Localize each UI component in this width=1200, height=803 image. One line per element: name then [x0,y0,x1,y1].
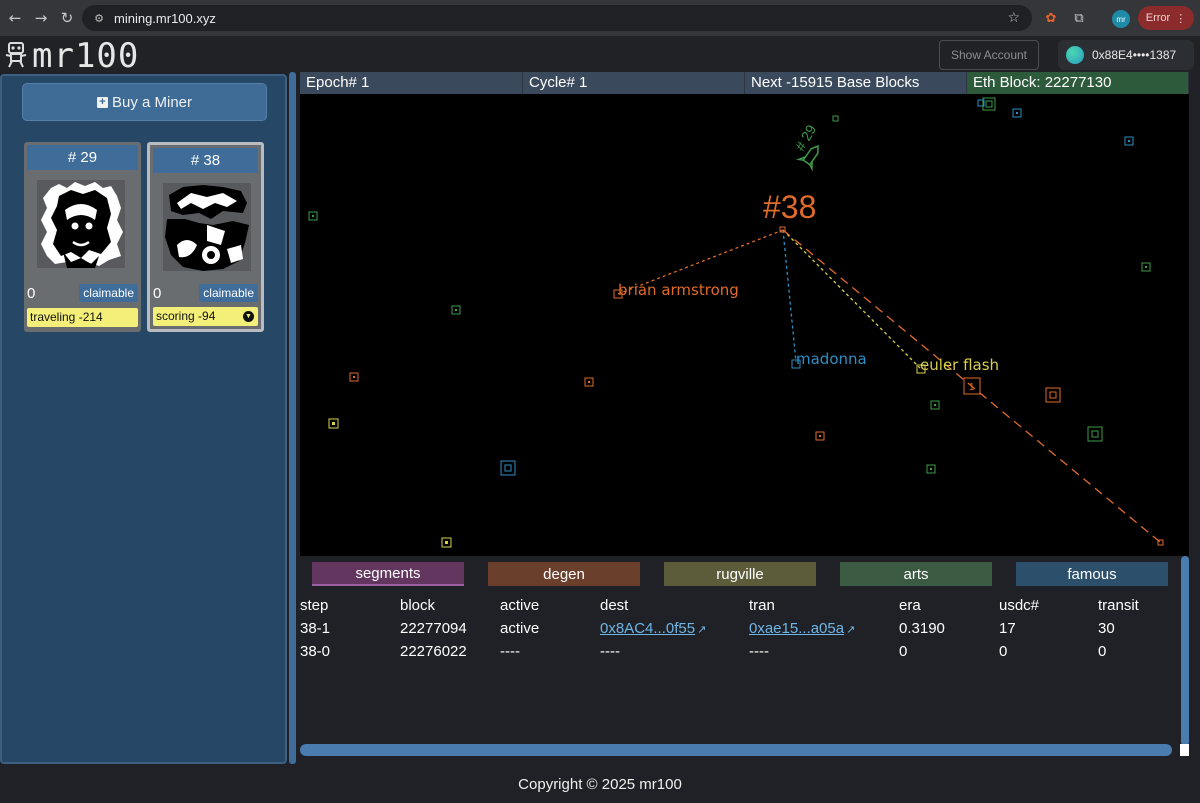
miner-29-rocket[interactable]: # 29 [792,122,820,154]
error-label: Error [1145,12,1171,24]
column-header: step [300,597,329,614]
tran-cell: ---- [749,643,769,660]
forward-icon[interactable]: → [28,5,54,31]
era-cell: 0 [899,643,908,660]
tran-link-text: 0xae15...a05a [749,620,845,637]
next-blocks-label: Next -15915 Base Blocks [745,72,967,94]
miner-avatar-image [163,183,251,271]
table-row: 38-0 22276022 ---- ---- ---- 0 0 0 [300,640,1180,663]
step-cell: 38-1 [300,620,331,637]
extensions-puzzle-icon[interactable]: ⧉ [1070,9,1088,27]
target-euler-flash[interactable]: euler flash [920,356,999,374]
extension-fox-icon[interactable]: ✿ [1042,9,1060,27]
plus-icon: + [96,96,108,108]
map-status-bar: Epoch# 1 Cycle# 1 Next -15915 Base Block… [300,72,1189,94]
active-cell: ---- [500,643,520,660]
vertical-scrollbar[interactable] [1181,556,1189,746]
tab-famous[interactable]: famous [1016,562,1168,586]
external-link-icon: ↗ [697,623,707,636]
miner-card-38[interactable]: # 38 0 claimable scoring -94 ▼ [147,142,264,332]
buy-miner-button[interactable]: + Buy a Miner [22,83,267,121]
wallet-address: 0x88E4••••1387 [1092,48,1177,62]
eth-block-label: Eth Block: 22277130 [967,72,1189,94]
wallet-button[interactable]: 0x88E4••••1387 [1058,40,1194,70]
target-madonna[interactable]: madonna [796,350,867,368]
active-cell: active [500,620,540,637]
claimable-button[interactable]: claimable [199,284,258,302]
miner-status: scoring -94 [156,309,216,323]
block-cell: 22276022 [400,643,467,660]
miner-balance: 0 [27,285,36,302]
scrollbar-corner [1180,744,1189,756]
miner-status: traveling -214 [30,310,103,324]
epoch-label: Epoch# 1 [300,72,523,94]
sidebar-resize-handle[interactable] [289,72,296,764]
dest-cell: ---- [600,643,620,660]
transit-cell: 0 [1098,643,1107,660]
table-header-row: step block active dest tran era usdc# tr… [300,594,1180,617]
cycle-label: Cycle# 1 [523,72,745,94]
table-row: 38-1 22277094 active 0x8AC4...0f55 ↗ 0xae… [300,617,1180,640]
profile-avatar[interactable]: mr [1112,10,1130,28]
miner-id: # 38 [153,148,258,173]
step-cell: 38-0 [300,643,331,660]
show-account-button[interactable]: Show Account [939,40,1039,70]
browser-error-button[interactable]: Error ⋮ [1138,6,1194,30]
chevron-down-icon: ▼ [243,311,254,322]
tab-arts[interactable]: arts [840,562,992,586]
site-info-icon[interactable]: ⚙ [90,9,108,27]
column-header: transit [1098,597,1139,614]
category-tabs: segments degen rugville arts famous [300,556,1180,590]
miner-29-label: # 29 [792,122,820,154]
wallet-avatar [1066,46,1084,64]
buy-miner-label: Buy a Miner [111,93,193,111]
route-line-madonna [782,229,797,363]
waypoint-label: 1 [969,382,975,393]
external-link-icon: ↗ [846,623,856,636]
browser-toolbar: ← → ↻ ⚙ mining.mr100.xyz ☆ ✿ ⧉ mr Error … [0,0,1200,36]
miner-38-label: #38 [763,189,816,225]
miner-card-29[interactable]: # 29 0 claimable traveling -214 [24,142,141,332]
route-line-euler [782,229,921,369]
tab-segments[interactable]: segments [312,562,464,586]
back-icon[interactable]: ← [2,5,28,31]
logo-text[interactable]: mr100 [32,36,139,76]
column-header: dest [600,597,629,614]
miner-balance: 0 [153,285,162,302]
reload-icon[interactable]: ↻ [54,5,80,31]
url-text: mining.mr100.xyz [114,10,216,26]
kebab-menu-icon: ⋮ [1175,11,1187,25]
block-cell: 22277094 [400,620,467,637]
horizontal-scrollbar[interactable] [300,744,1172,756]
tab-rugville[interactable]: rugville [664,562,816,586]
column-header: active [500,597,540,614]
miner-avatar-image [37,180,125,268]
dest-link[interactable]: 0x8AC4...0f55 ↗ [600,617,706,641]
miner-id: # 29 [27,145,138,170]
map-nodes[interactable] [308,97,1151,548]
tab-degen[interactable]: degen [488,562,640,586]
bookmark-star-icon[interactable]: ☆ [1007,10,1020,26]
status-select[interactable]: scoring -94 ▼ [153,307,258,326]
claimable-button[interactable]: claimable [79,284,138,302]
copyright-text: Copyright © 2025 mr100 [518,776,682,793]
robot-logo-icon [5,42,27,68]
mining-map[interactable]: #38 # 29 brian armstrong madonna euler f… [300,94,1189,556]
column-header: era [899,597,921,614]
transit-cell: 30 [1098,620,1115,637]
address-bar[interactable]: ⚙ mining.mr100.xyz ☆ [82,5,1032,31]
dest-link-text: 0x8AC4...0f55 [600,620,696,637]
column-header: block [400,597,436,614]
segments-table: step block active dest tran era usdc# tr… [300,592,1180,742]
usdc-cell: 17 [999,620,1016,637]
column-header: usdc# [999,597,1040,614]
tran-link[interactable]: 0xae15...a05a ↗ [749,617,855,641]
target-brian-armstrong[interactable]: brian armstrong [618,281,739,299]
column-header: tran [749,597,775,614]
era-cell: 0.3190 [899,620,945,637]
status-badge: traveling -214 [27,308,138,327]
usdc-cell: 0 [999,643,1008,660]
